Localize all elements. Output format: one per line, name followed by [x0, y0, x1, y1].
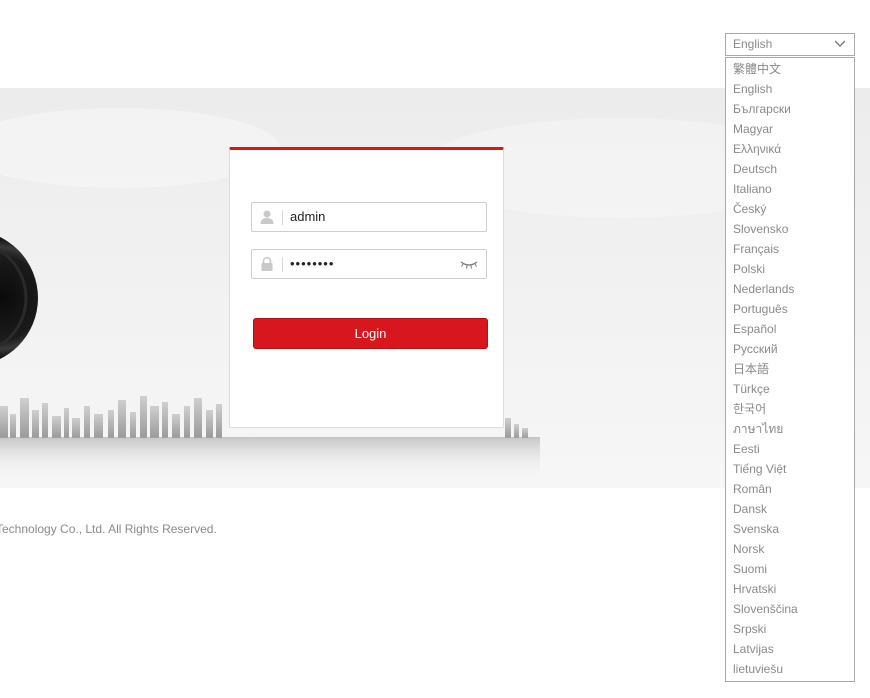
- language-option[interactable]: Latvijas: [726, 639, 854, 659]
- language-option[interactable]: Italiano: [726, 179, 854, 199]
- language-option[interactable]: Norsk: [726, 539, 854, 559]
- input-separator: [282, 257, 283, 272]
- language-select-value: English: [733, 37, 773, 51]
- language-option[interactable]: Dansk: [726, 499, 854, 519]
- copyright-text: Technology Co., Ltd. All Rights Reserved…: [0, 522, 217, 536]
- language-option[interactable]: Türkçe: [726, 379, 854, 399]
- password-input[interactable]: ••••••••: [251, 249, 487, 279]
- language-option[interactable]: Slovenščina: [726, 599, 854, 619]
- login-button[interactable]: Login: [253, 318, 488, 349]
- language-dropdown-list: 繁體中文 English Български Magyar Ελληνικά D…: [725, 57, 855, 682]
- username-input[interactable]: admin: [251, 202, 487, 232]
- language-option[interactable]: ภาษาไทย: [726, 419, 854, 439]
- login-card: admin •••••••• Login: [229, 147, 504, 428]
- password-value: ••••••••: [290, 256, 335, 271]
- language-select[interactable]: English: [725, 33, 855, 56]
- language-option[interactable]: Svenska: [726, 519, 854, 539]
- language-option[interactable]: Srpski: [726, 619, 854, 639]
- lock-icon: [261, 256, 273, 271]
- language-option[interactable]: 繁體中文: [726, 59, 854, 79]
- language-option[interactable]: Magyar: [726, 119, 854, 139]
- username-value: admin: [290, 209, 326, 224]
- language-option[interactable]: Français: [726, 239, 854, 259]
- language-option[interactable]: Български: [726, 99, 854, 119]
- language-option[interactable]: Español: [726, 319, 854, 339]
- language-option[interactable]: 한국어: [726, 399, 854, 419]
- language-option[interactable]: Ελληνικά: [726, 139, 854, 159]
- eye-icon[interactable]: [460, 258, 478, 270]
- language-option[interactable]: lietuviešu: [726, 659, 854, 679]
- input-separator: [282, 210, 283, 225]
- chevron-down-icon: [834, 40, 846, 47]
- language-option[interactable]: Slovensko: [726, 219, 854, 239]
- language-option[interactable]: Suomi: [726, 559, 854, 579]
- language-option[interactable]: Român: [726, 479, 854, 499]
- language-option[interactable]: Deutsch: [726, 159, 854, 179]
- language-option[interactable]: Português: [726, 299, 854, 319]
- language-option[interactable]: 日本語: [726, 359, 854, 379]
- language-option[interactable]: English: [726, 79, 854, 99]
- language-option[interactable]: Polski: [726, 259, 854, 279]
- language-option[interactable]: Nederlands: [726, 279, 854, 299]
- language-option[interactable]: Русский: [726, 339, 854, 359]
- camera-lens: [0, 236, 38, 360]
- language-option[interactable]: Český: [726, 199, 854, 219]
- language-option[interactable]: Tiếng Việt: [726, 459, 854, 479]
- language-option[interactable]: Hrvatski: [726, 579, 854, 599]
- user-icon: [260, 210, 274, 224]
- language-option[interactable]: Eesti: [726, 439, 854, 459]
